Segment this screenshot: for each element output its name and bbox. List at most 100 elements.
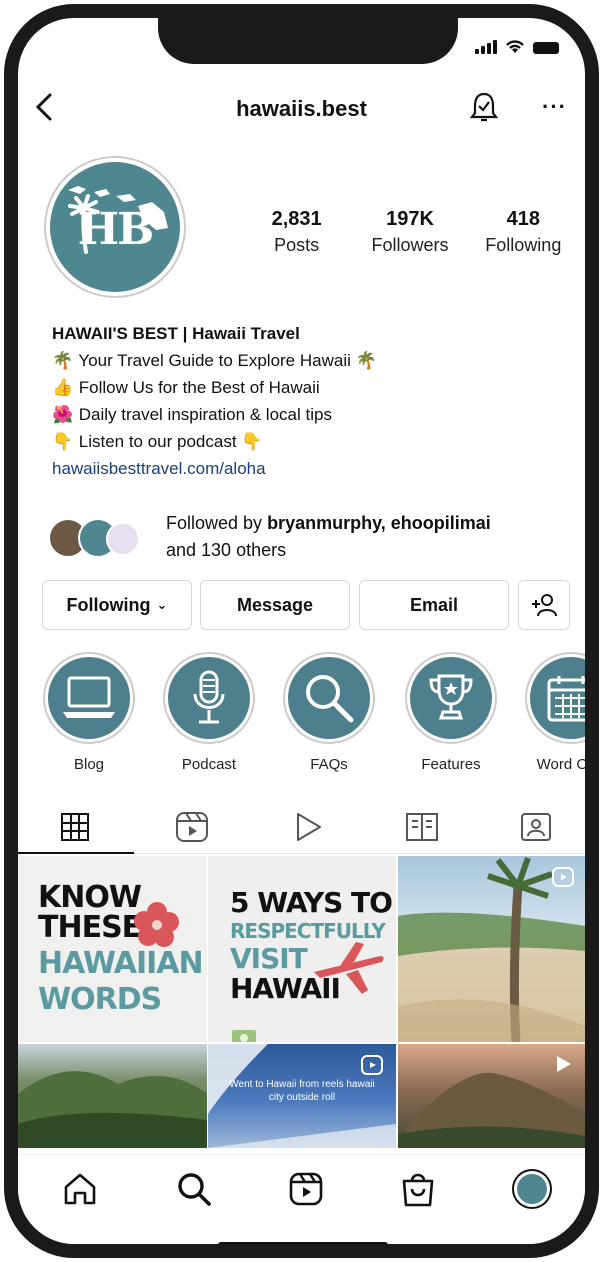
notification-bell-icon[interactable] <box>469 90 499 124</box>
profile-actions: Following ⌄ Message Email <box>42 580 585 630</box>
stat-value: 2,831 <box>271 208 322 230</box>
money-icon <box>232 1030 256 1042</box>
more-options-icon[interactable]: ··· <box>542 94 567 120</box>
post-title-line: THESE <box>38 910 142 945</box>
chevron-down-icon: ⌄ <box>156 597 168 612</box>
add-person-icon <box>532 594 557 617</box>
palm-tree-icon: 🌴 <box>52 351 74 370</box>
stat-following[interactable]: 418 Following <box>467 208 580 256</box>
thumbs-up-icon: 👍 <box>52 378 74 397</box>
post-tile[interactable] <box>398 856 585 1042</box>
wifi-icon <box>505 40 525 54</box>
post-tile[interactable]: KNOW THESE HAWAIIAN WORDS <box>18 856 207 1042</box>
highlight-word-of-the-day[interactable]: Word Of T <box>516 652 593 773</box>
palm-tree-icon: 🌴 <box>355 351 377 370</box>
bio-line-text: Your Travel Guide to Explore Hawaii <box>78 351 351 370</box>
highlight-label: Word Of T <box>536 756 593 773</box>
follower-avatar <box>106 522 140 556</box>
stat-posts[interactable]: 2,831 Posts <box>240 208 353 256</box>
tab-reels-icon[interactable] <box>174 810 210 844</box>
profile-username: hawaiis.best <box>236 96 367 121</box>
followed-names: bryanmurphy, ehoopilimai <box>267 513 491 533</box>
status-bar <box>475 40 559 54</box>
highlight-label: FAQs <box>310 756 348 773</box>
post-tile[interactable]: Went to Hawaii from reels hawaii city ou… <box>208 1044 396 1148</box>
post-caption: Went to Hawaii from reels hawaii city ou… <box>229 1079 375 1103</box>
highlight-blog[interactable]: Blog <box>34 652 144 773</box>
email-button[interactable]: Email <box>359 580 509 630</box>
tab-guides-icon[interactable] <box>404 810 440 844</box>
battery-icon <box>533 42 559 54</box>
stat-label: Following <box>485 235 562 255</box>
highlight-label: Features <box>421 756 481 773</box>
add-user-button[interactable] <box>518 580 570 630</box>
bio-line: 👇 Listen to our podcast 👇 <box>52 428 572 455</box>
content-tabs <box>18 798 585 854</box>
avatar-logo: HB <box>50 162 180 292</box>
post-grid: KNOW THESE HAWAIIAN WORDS 5 WAYS TO RESP… <box>18 856 585 1148</box>
followed-by[interactable]: Followed by bryanmurphy, ehoopilimai and… <box>48 508 585 564</box>
valley-photo <box>18 1071 207 1148</box>
profile-stats: 2,831 Posts 197K Followers 418 Following <box>240 208 580 256</box>
reel-badge-icon <box>361 1055 383 1075</box>
reels-icon[interactable] <box>286 1169 326 1209</box>
story-highlights: Blog Podcast FAQs Features Word Of <box>34 652 593 786</box>
bio-line-text: Daily travel inspiration & local tips <box>78 405 332 424</box>
highlight-features[interactable]: Features <box>396 652 506 773</box>
highlight-label: Podcast <box>181 756 237 773</box>
trophy-icon <box>429 674 473 720</box>
stat-value: 418 <box>506 208 540 230</box>
home-icon[interactable] <box>60 1169 100 1209</box>
post-tile[interactable] <box>398 1044 585 1148</box>
tab-tagged-icon[interactable] <box>518 810 554 844</box>
search-icon[interactable] <box>174 1169 214 1209</box>
airplane-icon <box>314 942 384 994</box>
bio-line: 🌺 Daily travel inspiration & local tips <box>52 401 572 428</box>
bio-line-text: Follow Us for the Best of Hawaii <box>78 378 320 397</box>
message-button[interactable]: Message <box>200 580 350 630</box>
hibiscus-icon <box>134 902 179 947</box>
notch <box>158 18 458 64</box>
top-bar: hawaiis.best ··· <box>18 88 585 128</box>
post-tile[interactable]: 5 WAYS TO RESPECTFULLY VISIT HAWAII <box>208 856 396 1042</box>
highlight-faqs[interactable]: FAQs <box>274 652 384 773</box>
phone-frame: hawaiis.best ··· HB 2,831 Posts 197K Fol… <box>4 4 599 1258</box>
stat-value: 197K <box>386 208 434 230</box>
magnifier-icon <box>306 675 354 723</box>
avatar-monogram: HB <box>77 204 155 255</box>
following-button[interactable]: Following ⌄ <box>42 580 192 630</box>
profile-tab-avatar-image <box>517 1174 547 1204</box>
highlight-podcast[interactable]: Podcast <box>154 652 264 773</box>
profile-avatar[interactable]: HB <box>44 156 186 298</box>
active-tab-indicator <box>18 852 134 854</box>
message-label: Message <box>236 594 314 615</box>
bottom-navigation <box>18 1154 585 1224</box>
post-tile[interactable] <box>18 1044 207 1148</box>
signal-icon <box>475 40 497 54</box>
stat-label: Posts <box>274 235 320 255</box>
bio-line: 👍 Follow Us for the Best of Hawaii <box>52 374 572 401</box>
hibiscus-icon: 🌺 <box>52 405 74 424</box>
bio-line-text: Listen to our podcast <box>78 432 237 451</box>
tab-video-icon[interactable] <box>290 810 326 844</box>
shop-icon[interactable] <box>398 1169 438 1209</box>
profile-bio: HAWAII'S BEST | Hawaii Travel 🌴 Your Tra… <box>52 320 572 482</box>
bio-line: 🌴 Your Travel Guide to Explore Hawaii 🌴 <box>52 347 572 374</box>
stat-followers[interactable]: 197K Followers <box>353 208 466 256</box>
tab-grid-icon[interactable] <box>58 810 94 844</box>
post-title-line: VISIT <box>230 942 308 975</box>
bio-link[interactable]: hawaiisbesttravel.com/aloha <box>52 455 572 482</box>
laptop-icon <box>63 676 115 718</box>
bio-name: HAWAII'S BEST | Hawaii Travel <box>52 324 300 343</box>
video-badge-icon <box>557 1056 571 1072</box>
microphone-icon <box>193 670 225 724</box>
stat-label: Followers <box>371 235 449 255</box>
pointing-down-icon: 👇 <box>241 432 263 451</box>
calendar-icon <box>547 676 585 722</box>
profile-tab-avatar[interactable] <box>512 1169 552 1209</box>
pointing-down-icon: 👇 <box>52 432 74 451</box>
reel-badge-icon <box>552 867 574 887</box>
followed-suffix: and 130 others <box>166 540 287 560</box>
home-indicator <box>218 1242 388 1244</box>
post-title-line: KNOW <box>38 880 142 915</box>
